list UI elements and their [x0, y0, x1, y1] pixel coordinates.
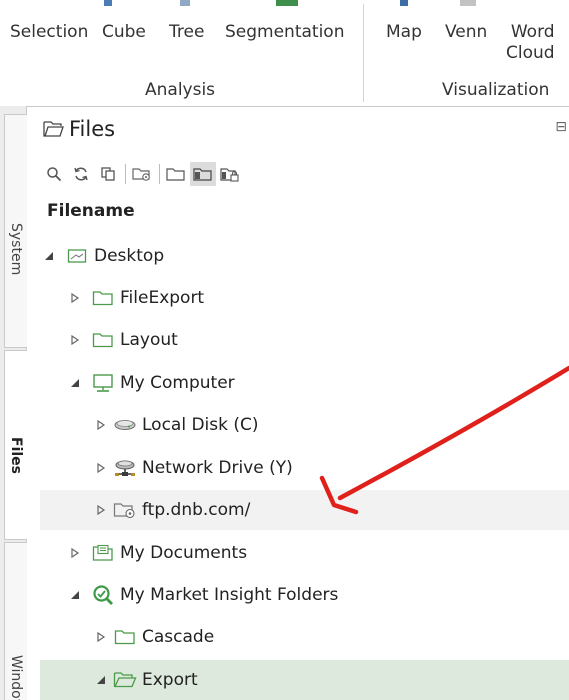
ribbon: Selection Cube Tree Segmentation Map Ven… — [0, 0, 569, 107]
folder-icon — [90, 329, 116, 351]
tree-button[interactable]: Tree — [169, 22, 204, 43]
side-tab-files-label: Files — [8, 437, 24, 474]
side-tab-files[interactable]: Files — [4, 350, 27, 540]
expanded-caret-icon[interactable] — [66, 374, 84, 392]
folder-icon[interactable] — [163, 162, 189, 186]
collapsed-caret-icon[interactable] — [92, 416, 110, 434]
expanded-caret-icon[interactable] — [40, 247, 58, 265]
collapsed-caret-icon[interactable] — [92, 628, 110, 646]
cube-button[interactable]: Cube — [102, 22, 146, 43]
tree-node-desktop[interactable]: Desktop — [40, 236, 569, 276]
tree-node-label: My Documents — [120, 543, 248, 563]
folder-locked-icon[interactable] — [217, 162, 243, 186]
venn-button[interactable]: Venn — [445, 22, 487, 43]
tree-icon — [180, 0, 190, 6]
tree-node-label: Layout — [120, 330, 178, 350]
tree-node-label: Local Disk (C) — [142, 415, 259, 435]
tree-node-export[interactable]: Export — [40, 660, 569, 700]
computer-icon — [90, 372, 116, 394]
refresh-icon[interactable] — [68, 162, 94, 186]
word-cloud-label-line2: Cloud — [506, 43, 555, 63]
tree-node-fileexport[interactable]: FileExport — [40, 278, 569, 318]
map-button[interactable]: Map — [386, 22, 422, 43]
collapsed-caret-icon[interactable] — [66, 289, 84, 307]
market-insight-icon — [90, 584, 116, 606]
expanded-caret-icon[interactable] — [66, 586, 84, 604]
visualization-group-label: Visualization — [442, 80, 550, 100]
search-icon[interactable] — [41, 162, 67, 186]
folder-icon — [90, 287, 116, 309]
panel-title: Files — [43, 117, 115, 141]
tree-node-label: ftp.dnb.com/ — [142, 500, 251, 520]
documents-icon — [90, 542, 116, 564]
cube-icon — [104, 0, 112, 6]
folder-open-icon — [43, 121, 64, 137]
files-toolbar — [41, 161, 244, 187]
tree-node-label: Network Drive (Y) — [142, 458, 293, 478]
segmentation-button[interactable]: Segmentation — [225, 22, 344, 43]
files-panel: Files ⊟ Filename Desktop FileExport Layo… — [27, 107, 569, 700]
selection-button[interactable]: Selection — [10, 22, 88, 43]
word-cloud-button[interactable]: Word Cloud — [506, 22, 555, 64]
collapsed-caret-icon[interactable] — [92, 459, 110, 477]
side-tab-windows-label: Windows — [8, 655, 24, 700]
tree-node-market-insight-folders[interactable]: My Market Insight Folders — [40, 575, 569, 615]
tree-node-label: My Computer — [120, 373, 235, 393]
side-tab-system[interactable]: System — [4, 114, 27, 348]
tree-node-label: FileExport — [120, 288, 205, 308]
desktop-icon — [64, 245, 90, 267]
application-window: Selection Cube Tree Segmentation Map Ven… — [0, 0, 569, 700]
ribbon-group-separator — [363, 4, 364, 102]
network-drive-icon — [112, 457, 138, 479]
collapsed-caret-icon[interactable] — [66, 331, 84, 349]
side-tab-windows[interactable]: Windows — [4, 542, 27, 700]
expanded-caret-icon[interactable] — [92, 671, 110, 689]
folder-open-icon — [112, 669, 138, 691]
map-icon — [400, 0, 408, 6]
folder-filled-icon[interactable] — [190, 162, 216, 186]
segmentation-icon — [276, 0, 298, 6]
tree-node-local-disk[interactable]: Local Disk (C) — [40, 405, 569, 445]
disk-icon — [112, 414, 138, 436]
tree-node-cascade[interactable]: Cascade — [40, 617, 569, 657]
toolbar-separator — [159, 164, 160, 184]
tree-node-network-drive[interactable]: Network Drive (Y) — [40, 448, 569, 488]
analysis-group-label: Analysis — [145, 80, 216, 100]
venn-icon — [460, 0, 476, 6]
tree-node-my-computer[interactable]: My Computer — [40, 363, 569, 403]
filename-column-header[interactable]: Filename — [47, 201, 135, 221]
toolbar-separator — [125, 164, 126, 184]
pin-icon[interactable]: ⊟ — [555, 119, 567, 135]
tree-node-label: Cascade — [142, 627, 215, 647]
side-tab-system-label: System — [8, 223, 24, 276]
side-tab-strip: System Files Windows — [0, 106, 27, 700]
word-cloud-label-line1: Word — [510, 22, 555, 42]
collapsed-caret-icon[interactable] — [66, 544, 84, 562]
tree-node-ftp-dnb[interactable]: ftp.dnb.com/ — [40, 490, 569, 530]
copy-icon[interactable] — [95, 162, 121, 186]
panel-title-text: Files — [69, 117, 116, 141]
ftp-folder-icon — [112, 499, 138, 521]
folder-ftp-icon[interactable] — [129, 162, 155, 186]
tree-node-label: Desktop — [94, 246, 165, 266]
tree-node-layout[interactable]: Layout — [40, 320, 569, 360]
folder-icon — [112, 626, 138, 648]
tree-node-my-documents[interactable]: My Documents — [40, 533, 569, 573]
collapsed-caret-icon[interactable] — [92, 501, 110, 519]
tree-node-label: Export — [142, 670, 198, 690]
tree-node-label: My Market Insight Folders — [120, 585, 339, 605]
